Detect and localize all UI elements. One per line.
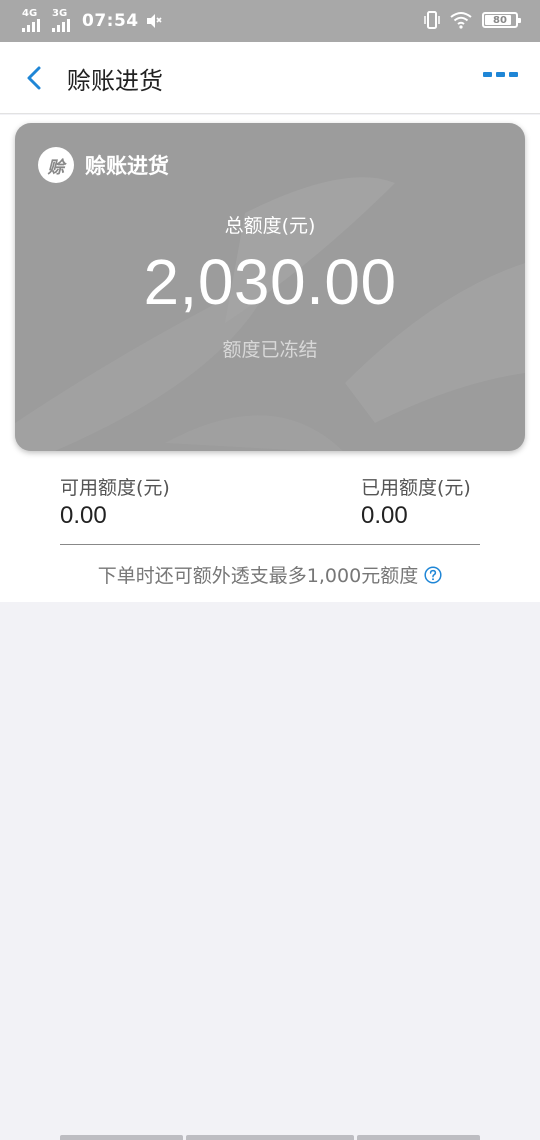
credit-card: 赊 赊账进货 总额度(元) 2,030.00 额度已冻结 xyxy=(15,123,525,451)
brand-logo: 赊 xyxy=(38,147,74,183)
network-type-1: 4G xyxy=(22,8,38,19)
battery-icon: 80 xyxy=(482,12,521,28)
total-quota-amount: 2,030.00 xyxy=(143,246,397,318)
battery-level: 80 xyxy=(493,14,507,26)
overdraft-note: 下单时还可额外透支最多1,000元额度 xyxy=(0,561,540,588)
more-dots-icon[interactable] xyxy=(483,72,518,77)
signal-icon-2: 3G xyxy=(52,9,76,33)
total-quota-label: 总额度(元) xyxy=(224,215,316,237)
status-left: 4G 3G 07:54 xyxy=(22,9,163,33)
page-title: 赊账进货 xyxy=(67,67,163,95)
signal-icon-1: 4G xyxy=(22,9,46,33)
status-bar: 4G 3G 07:54 80 xyxy=(0,0,540,42)
used-quota-value: 0.00 xyxy=(361,502,408,529)
card-title: 赊账进货 xyxy=(85,154,169,178)
overdraft-note-text: 下单时还可额外透支最多1,000元额度 xyxy=(97,565,419,587)
question-circle-icon[interactable] xyxy=(424,565,442,584)
vibrate-icon xyxy=(424,11,440,29)
available-quota-value: 0.00 xyxy=(60,502,107,529)
divider xyxy=(60,544,480,545)
bottom-tabs-partial xyxy=(0,1135,540,1140)
credit-summary-section: 赊 赊账进货 总额度(元) 2,030.00 额度已冻结 可用额度(元) 0.0… xyxy=(0,115,540,602)
used-quota-label: 已用额度(元) xyxy=(361,477,471,499)
available-quota-label: 可用额度(元) xyxy=(60,477,170,499)
wifi-icon xyxy=(450,12,472,29)
nav-bar: 赊账进货 xyxy=(0,42,540,114)
available-quota: 可用额度(元) 0.00 xyxy=(60,473,170,530)
status-right: 80 xyxy=(424,10,521,30)
quota-status: 额度已冻结 xyxy=(222,339,318,361)
chevron-left-icon[interactable] xyxy=(20,62,50,94)
network-type-2: 3G xyxy=(52,8,68,19)
clock: 07:54 xyxy=(82,11,139,31)
used-quota: 已用额度(元) 0.00 xyxy=(361,473,471,530)
mute-speaker-icon xyxy=(146,14,162,28)
